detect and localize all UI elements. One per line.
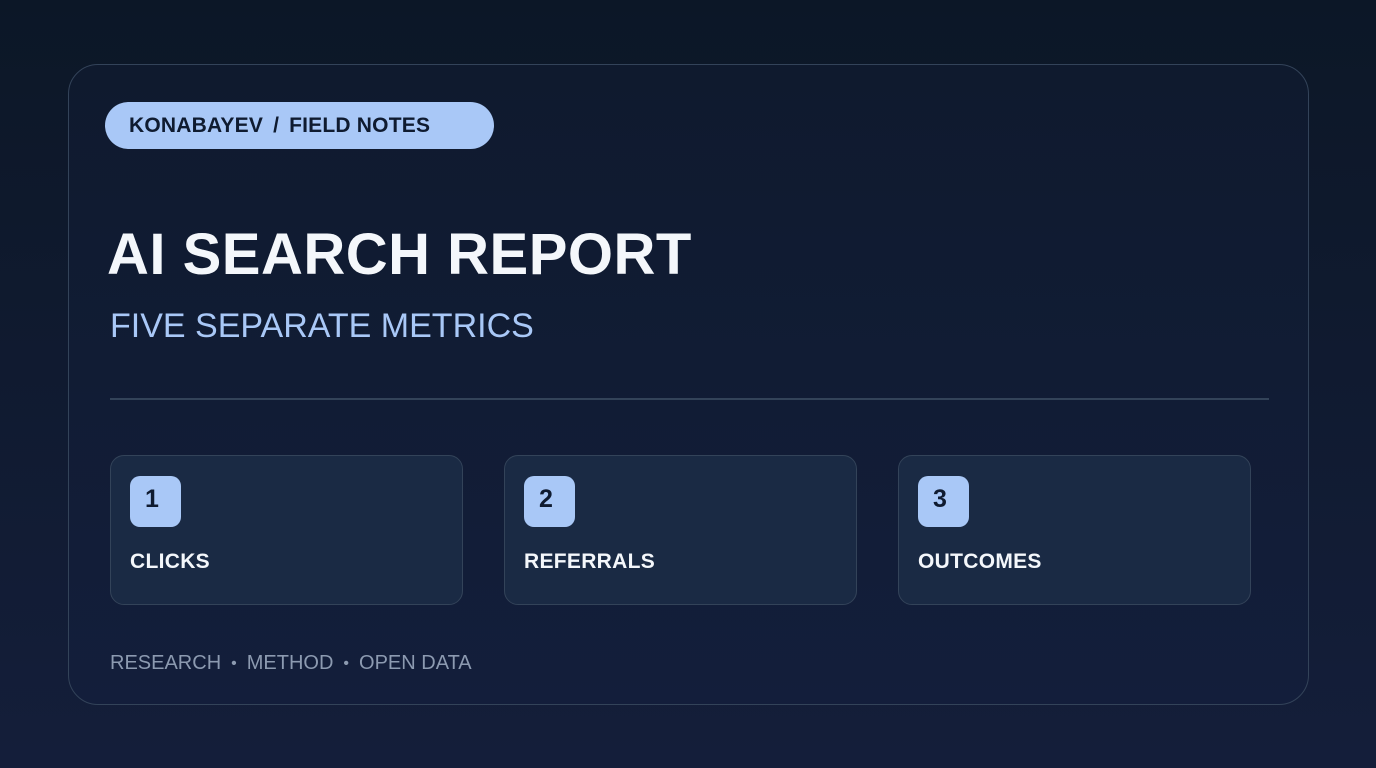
footer-separator: • — [231, 655, 237, 672]
header-pill: KONABAYEV / FIELD NOTES — [105, 102, 494, 149]
metric-number-badge: 1 — [130, 476, 181, 527]
metric-label: CLICKS — [130, 550, 210, 573]
page-title: AI SEARCH REPORT — [107, 222, 692, 287]
metric-number-badge: 3 — [918, 476, 969, 527]
footer-item-research: RESEARCH — [110, 652, 222, 674]
divider — [110, 398, 1269, 400]
report-card: KONABAYEV / FIELD NOTES AI SEARCH REPORT F… — [68, 64, 1309, 705]
metric-card-referrals: 2 REFERRALS — [504, 455, 857, 605]
metric-number-badge: 2 — [524, 476, 575, 527]
section-label: FIELD NOTES — [289, 114, 431, 137]
page-subtitle: FIVE SEPARATE METRICS — [110, 307, 534, 345]
header-separator: / — [273, 114, 280, 137]
footer-item-open-data: OPEN DATA — [359, 652, 472, 674]
metric-card-outcomes: 3 OUTCOMES — [898, 455, 1251, 605]
footer-tags: RESEARCH • METHOD • OPEN DATA — [110, 651, 472, 676]
metric-label: REFERRALS — [524, 550, 656, 573]
metric-card-clicks: 1 CLICKS — [110, 455, 463, 605]
footer-separator: • — [343, 655, 350, 672]
footer-item-method: METHOD — [246, 652, 334, 674]
brand-label: KONABAYEV — [129, 114, 264, 137]
metric-label: OUTCOMES — [918, 550, 1042, 573]
